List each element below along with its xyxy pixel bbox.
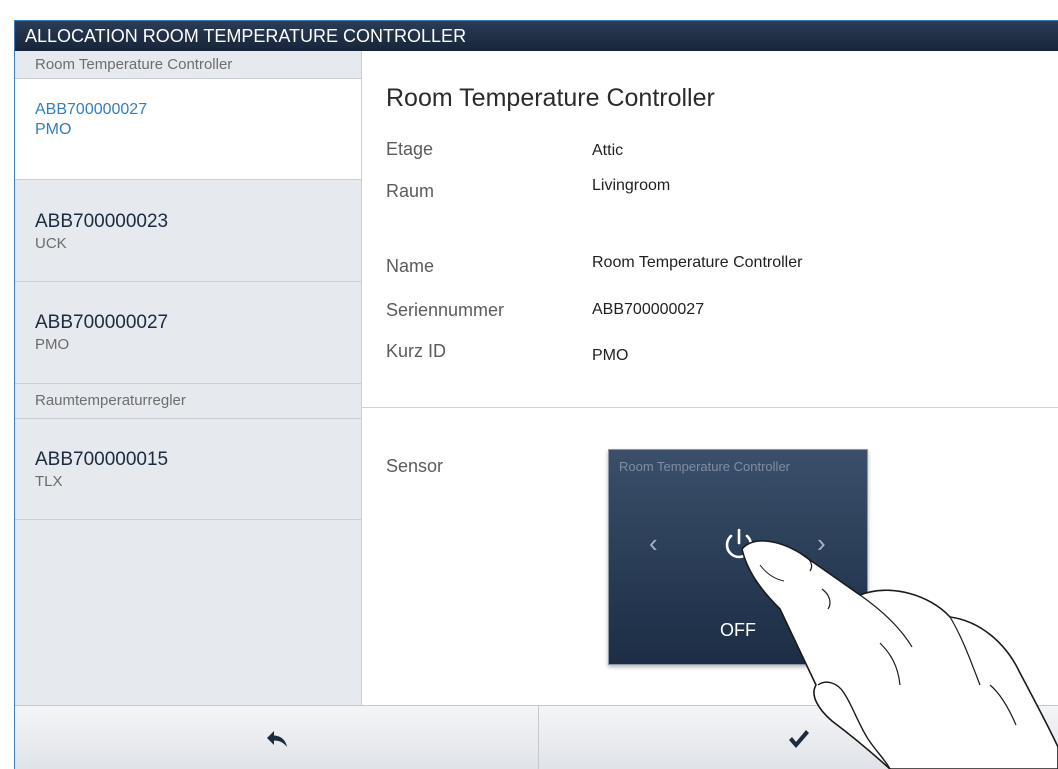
field-value-seriennummer: ABB700000027	[592, 301, 705, 318]
window-title: ALLOCATION ROOM TEMPERATURE CONTROLLER	[15, 21, 1058, 51]
field-label-raum: Raum	[386, 181, 435, 201]
field-label-seriennummer: Seriennummer	[386, 300, 505, 320]
device-sidebar: Room Temperature Controller ABB700000027…	[15, 51, 362, 705]
app-window: ALLOCATION ROOM TEMPERATURE CONTROLLER R…	[14, 20, 1058, 769]
chevron-right-icon[interactable]: ›	[817, 528, 826, 559]
power-icon[interactable]	[719, 524, 759, 564]
device-serial: ABB700000027	[35, 312, 169, 333]
device-list-item[interactable]: ABB700000015 TLX	[15, 419, 361, 520]
device-serial: ABB700000027	[35, 101, 148, 118]
field-label-name: Name	[386, 256, 435, 276]
field-value-name: Room Temperature Controller	[592, 254, 803, 271]
chevron-left-icon[interactable]: ‹	[649, 528, 658, 559]
device-serial: ABB700000023	[35, 211, 169, 232]
device-short-id: PMO	[35, 121, 72, 138]
device-short-id: UCK	[35, 235, 67, 252]
checkmark-icon	[788, 730, 809, 748]
confirm-button[interactable]	[539, 706, 1058, 769]
detail-title: Room Temperature Controller	[386, 84, 715, 112]
device-detail-panel: Room Temperature Controller Etage Attic …	[362, 51, 1058, 705]
device-short-id: TLX	[35, 473, 63, 490]
back-button[interactable]	[15, 706, 539, 769]
device-short-id: PMO	[35, 336, 70, 353]
group-header-room-temperature-controller: Room Temperature Controller	[15, 51, 361, 79]
footer-toolbar	[15, 705, 1058, 769]
field-label-etage: Etage	[386, 139, 434, 159]
back-arrow-icon	[266, 731, 287, 747]
field-value-kurz-id: PMO	[592, 347, 629, 364]
group-header-raumtemperaturregler: Raumtemperaturregler	[15, 384, 361, 419]
sensor-label: Sensor	[386, 456, 444, 476]
device-list-item[interactable]: ABB700000027 PMO	[15, 282, 361, 384]
device-serial: ABB700000015	[35, 449, 169, 470]
field-value-raum: Livingroom	[592, 177, 671, 194]
field-label-kurz-id: Kurz ID	[386, 341, 447, 361]
section-divider	[362, 407, 1058, 408]
field-value-etage: Attic	[592, 142, 624, 159]
sensor-state: OFF	[720, 620, 756, 640]
device-list-item[interactable]: ABB700000023 UCK	[15, 180, 361, 282]
sensor-preview[interactable]: Room Temperature Controller ‹ › OFF	[608, 449, 868, 665]
device-list-item[interactable]: ABB700000027 PMO	[15, 79, 361, 180]
sensor-panel-title: Room Temperature Controller	[619, 459, 790, 474]
